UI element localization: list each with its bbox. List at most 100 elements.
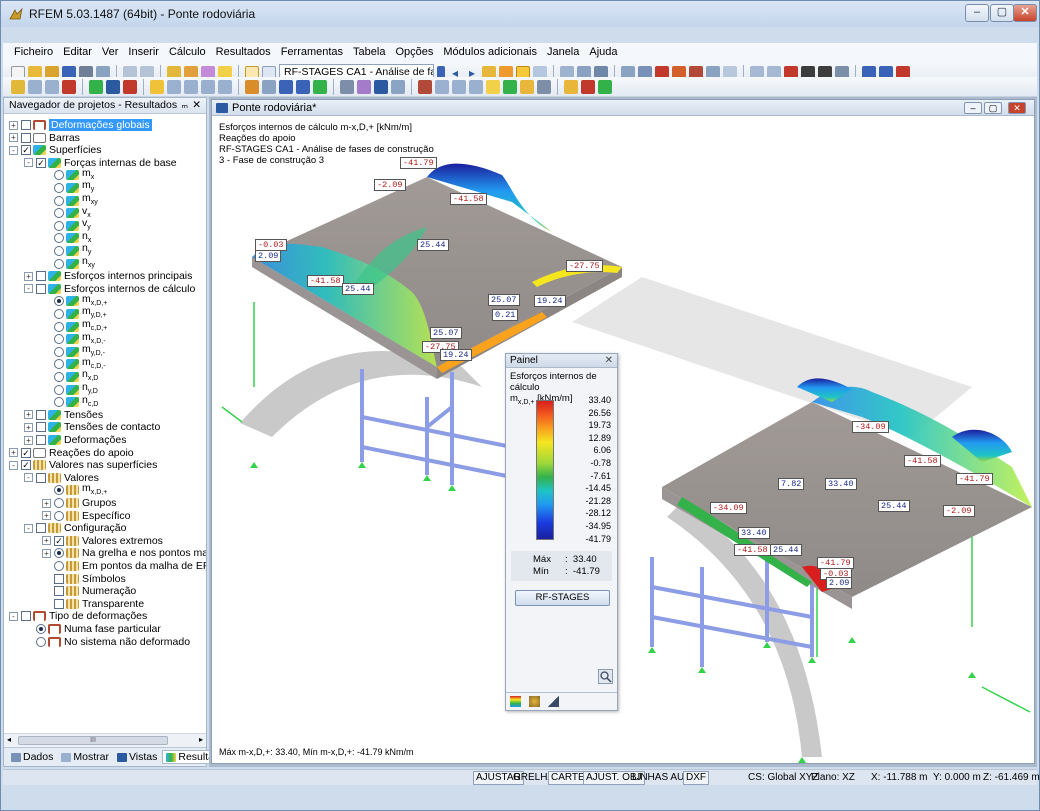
line-tool-icon[interactable] [28, 79, 42, 94]
panel-settings-button[interactable] [598, 669, 613, 684]
menu-janela[interactable]: Janela [542, 46, 584, 58]
expand-icon[interactable]: + [9, 120, 18, 130]
filter-icon[interactable] [340, 79, 354, 94]
node-tool-icon[interactable] [11, 79, 25, 94]
checkbox[interactable] [21, 132, 31, 143]
menu-tabela[interactable]: Tabela [348, 46, 390, 58]
tab-mostrar[interactable]: Mostrar [58, 751, 112, 763]
mesh-refine-icon[interactable] [391, 79, 405, 94]
checkbox[interactable] [36, 435, 46, 445]
expand-icon[interactable]: + [9, 133, 18, 143]
collapse-icon[interactable]: - [24, 523, 33, 533]
menu-opcoes[interactable]: Opções [390, 46, 438, 58]
radio-button[interactable] [54, 220, 64, 231]
checkbox[interactable]: ✓ [21, 460, 31, 471]
horizontal-scrollbar[interactable]: ◂ III ▸ [4, 733, 206, 747]
collapse-icon[interactable]: - [9, 611, 18, 621]
tree-item[interactable]: + Barras [9, 132, 80, 144]
radio-button[interactable] [54, 258, 64, 269]
checkbox[interactable] [36, 422, 46, 433]
tree-item[interactable]: + Grupos [42, 497, 116, 509]
menu-resultados[interactable]: Resultados [211, 46, 276, 58]
tree-item[interactable]: Símbolos [42, 573, 126, 585]
checkbox[interactable] [36, 472, 46, 483]
collapse-icon[interactable]: - [24, 158, 33, 168]
menu-calculo[interactable]: Cálculo [164, 46, 211, 58]
expand-icon[interactable]: + [24, 422, 33, 432]
tree-item[interactable]: Numa fase particular [24, 623, 161, 635]
tree-item[interactable]: Numeração [42, 585, 136, 597]
navigator-close-icon[interactable]: ✕ [192, 98, 201, 113]
tree-item[interactable]: + Na grelha e nos pontos manualme [42, 547, 206, 559]
checkbox[interactable]: ✓ [21, 447, 31, 458]
radio-button[interactable] [54, 296, 64, 307]
radio-button[interactable] [54, 384, 64, 395]
mirror-tool-icon[interactable] [201, 79, 215, 94]
guide-line-icon[interactable] [279, 79, 293, 94]
view-close-button[interactable]: ✕ [1008, 102, 1026, 114]
collapse-icon[interactable]: - [9, 145, 18, 155]
tree-item[interactable]: + Deformações [24, 434, 126, 446]
rotate-tool-icon[interactable] [184, 79, 198, 94]
menu-inserir[interactable]: Inserir [123, 46, 164, 58]
generate-mesh-icon[interactable] [374, 79, 388, 94]
radio-button[interactable] [54, 359, 64, 370]
checkbox[interactable] [36, 271, 46, 282]
expand-icon[interactable]: + [24, 410, 33, 420]
tree-item[interactable]: No sistema não deformado [24, 636, 190, 648]
tree-item[interactable]: nc,D [42, 394, 98, 408]
menu-modulos[interactable]: Módulos adicionais [438, 46, 542, 58]
visibility-icon[interactable] [313, 79, 327, 94]
isosurface-icon[interactable] [520, 79, 534, 94]
rf-stages-button[interactable]: RF-STAGES [515, 590, 610, 606]
checkbox[interactable]: ✓ [36, 157, 46, 168]
radio-button[interactable] [54, 309, 64, 319]
tree-item[interactable]: nxy [42, 255, 95, 270]
radio-button[interactable] [54, 346, 64, 357]
tree-item[interactable]: - ✓ Valores nas superfícies [9, 459, 157, 471]
section-icon[interactable] [418, 79, 432, 94]
radio-button[interactable] [54, 561, 64, 571]
scroll-left-icon[interactable]: ◂ [7, 735, 11, 744]
view-restore-button[interactable]: ▢ [984, 102, 1002, 114]
panel-close-icon[interactable]: ✕ [605, 354, 613, 368]
checkbox[interactable] [36, 523, 46, 534]
menu-ficheiro[interactable]: Ficheiro [9, 46, 58, 58]
result-diagram-icon[interactable] [469, 79, 483, 94]
menu-ver[interactable]: Ver [97, 46, 124, 58]
menu-ferramentas[interactable]: Ferramentas [276, 46, 348, 58]
copy-tool-icon[interactable] [167, 79, 181, 94]
radio-button[interactable] [54, 510, 64, 521]
checkbox[interactable]: ✓ [21, 145, 31, 156]
menu-editar[interactable]: Editar [58, 46, 97, 58]
expand-icon[interactable]: + [42, 511, 51, 521]
tree-item[interactable]: - ✓ Forças internas de base [24, 157, 177, 169]
minimize-button[interactable]: – [965, 4, 989, 22]
tree-item[interactable]: - Tipo de deformações [9, 610, 147, 622]
checkbox[interactable] [54, 573, 64, 584]
radio-button[interactable] [54, 485, 64, 496]
radio-button[interactable] [54, 233, 64, 244]
tab-dados[interactable]: Dados [8, 751, 56, 763]
member-tool-icon[interactable] [45, 79, 59, 94]
tree-item[interactable]: + Específico [42, 510, 130, 522]
maximize-button[interactable]: ▢ [990, 4, 1014, 22]
checkbox[interactable] [21, 120, 31, 130]
print-graphic-icon[interactable] [581, 79, 595, 94]
color-scale-tab-icon[interactable] [510, 696, 521, 707]
tree-item[interactable]: Em pontos da malha de EF [42, 560, 206, 572]
collapse-icon[interactable]: - [24, 473, 33, 483]
tree-item[interactable]: + Tensões de contacto [24, 421, 160, 433]
expand-icon[interactable]: + [42, 548, 51, 558]
results-section-icon[interactable] [435, 79, 449, 94]
tree-item[interactable]: + Tensões [24, 409, 103, 421]
load-tool-icon[interactable] [62, 79, 76, 94]
radio-button[interactable] [54, 372, 64, 382]
dimension-tool-icon[interactable] [262, 79, 276, 94]
view-minimize-button[interactable]: – [964, 102, 982, 114]
factors-tab-icon[interactable] [529, 696, 540, 707]
measure-tool-icon[interactable] [245, 79, 259, 94]
radio-button[interactable] [54, 195, 64, 206]
color-scale-bar[interactable] [536, 400, 554, 540]
tree-item[interactable]: + ✓ Reações do apoio [9, 447, 134, 459]
